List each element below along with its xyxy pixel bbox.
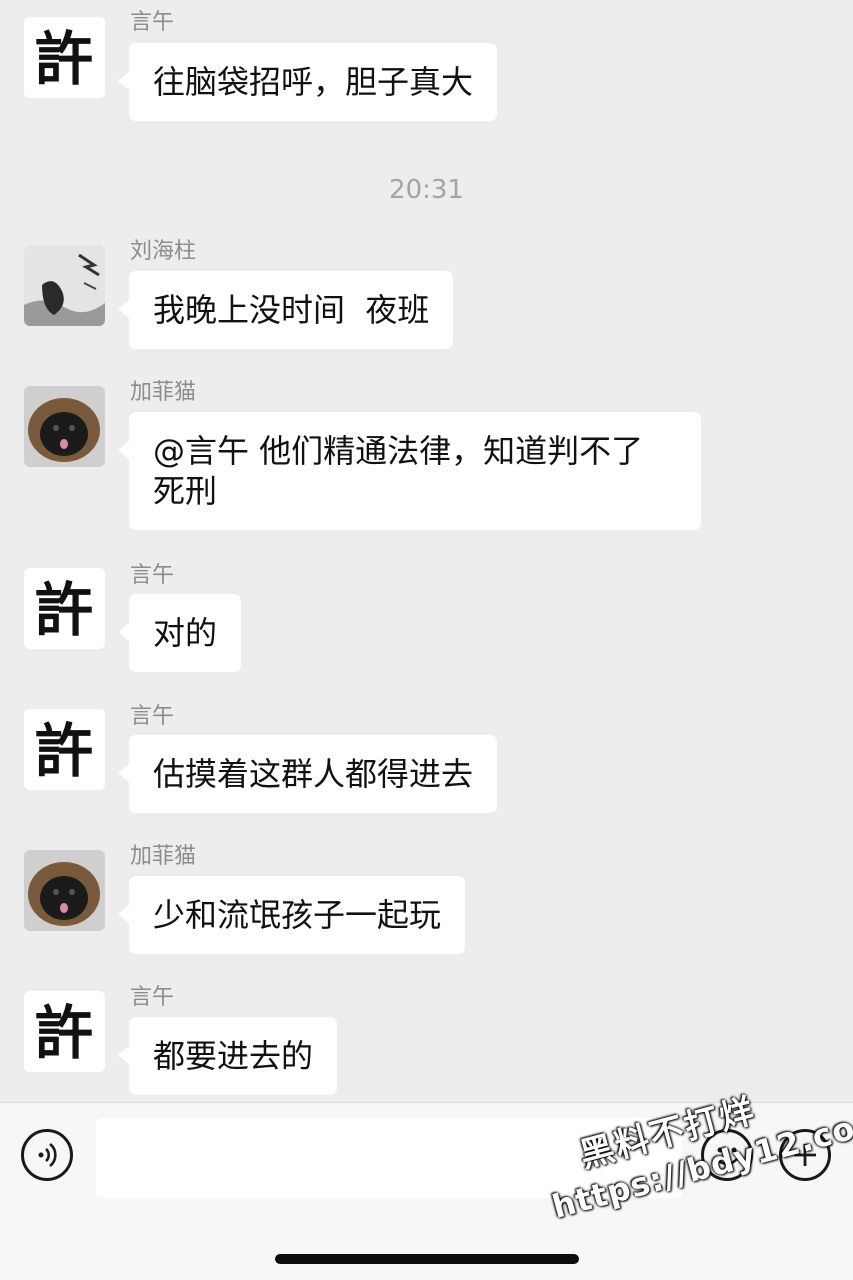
avatar[interactable]: 許: [24, 568, 105, 649]
message-bubble[interactable]: 对的: [117, 594, 242, 672]
voice-button[interactable]: [21, 1129, 73, 1181]
message-bubble[interactable]: 都要进去的: [117, 1017, 338, 1095]
chat-area[interactable]: 許 言午 往脑袋招呼，胆子真大 20:31 刘海柱 我晚上没时间 夜班 加菲猫 …: [0, 0, 853, 1102]
avatar[interactable]: 許: [24, 991, 105, 1072]
pekingese-dog-avatar-icon: [24, 386, 105, 467]
home-indicator[interactable]: [275, 1254, 579, 1264]
ink-painting-avatar-icon: [24, 245, 105, 326]
sender-name: 加菲猫: [130, 844, 197, 869]
avatar[interactable]: [24, 850, 105, 931]
sender-name: 言午: [130, 704, 175, 729]
sender-name: 言午: [130, 985, 175, 1010]
xu-calligraphy-avatar-icon: 許: [24, 709, 105, 790]
avatar[interactable]: [24, 245, 105, 326]
message-bubble[interactable]: 往脑袋招呼，胆子真大: [117, 43, 498, 121]
message-bubble[interactable]: 少和流氓孩子一起玩: [117, 876, 466, 954]
avatar[interactable]: 許: [24, 709, 105, 790]
avatar[interactable]: 許: [24, 17, 105, 98]
xu-calligraphy-avatar-icon: 許: [24, 991, 105, 1072]
message-bubble[interactable]: 我晚上没时间 夜班: [117, 271, 454, 349]
sender-name: 言午: [130, 563, 175, 588]
message-bubble[interactable]: 估摸着这群人都得进去: [117, 735, 498, 813]
message-bubble[interactable]: @言午 他们精通法律，知道判不了 死刑: [118, 412, 701, 530]
pekingese-dog-avatar-icon: [24, 850, 105, 931]
timestamp: 20:31: [389, 175, 464, 205]
sender-name: 刘海柱: [130, 239, 197, 264]
svg-text:許: 許: [35, 999, 93, 1067]
voice-icon: [38, 1142, 57, 1168]
avatar[interactable]: [24, 386, 105, 467]
svg-text:許: 許: [35, 576, 93, 644]
sender-name: 加菲猫: [130, 380, 197, 405]
xu-calligraphy-avatar-icon: 許: [24, 17, 105, 98]
sender-name: 言午: [130, 10, 175, 35]
svg-text:許: 許: [35, 25, 93, 93]
xu-calligraphy-avatar-icon: 許: [24, 568, 105, 649]
svg-text:許: 許: [35, 717, 93, 785]
